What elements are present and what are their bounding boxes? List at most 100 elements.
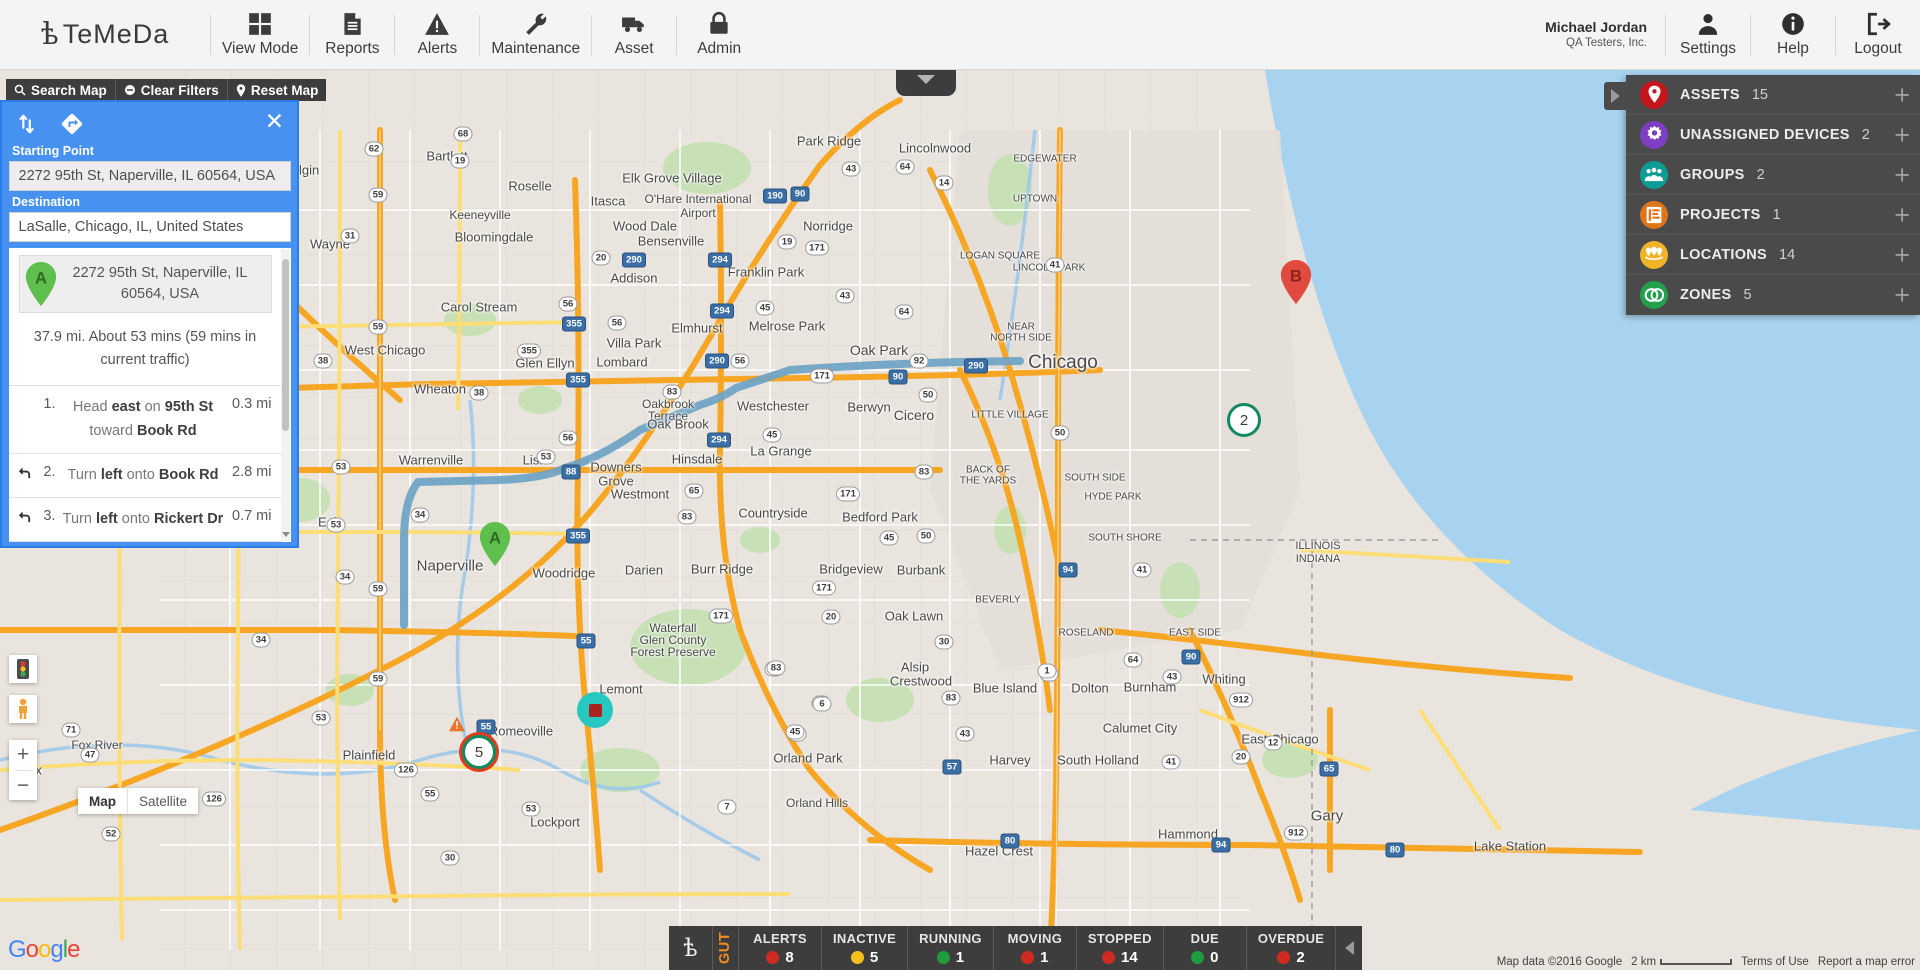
- destination-label: Destination: [12, 195, 81, 209]
- route-shield: 41: [1045, 257, 1065, 273]
- direction-step[interactable]: 3. Turn left onto Rickert Dr 0.7 mi: [8, 498, 282, 542]
- search-map-button[interactable]: Search Map: [6, 79, 116, 101]
- entity-row-zones[interactable]: ZONES 5 +: [1626, 275, 1920, 315]
- scrollbar-thumb[interactable]: [281, 259, 289, 431]
- nav-maintenance[interactable]: Maintenance: [480, 0, 591, 70]
- nav-asset[interactable]: Asset: [592, 0, 676, 70]
- status-cell-moving[interactable]: MOVING 1: [994, 926, 1077, 970]
- map-type-map[interactable]: Map: [78, 788, 128, 814]
- nav-label: Help: [1777, 40, 1809, 57]
- add-entity-button[interactable]: +: [1894, 282, 1910, 309]
- attribution-text: Map data ©2016 Google: [1496, 955, 1623, 968]
- map-label: Romeoville: [488, 723, 554, 739]
- user-info[interactable]: Michael Jordan QA Testers, Inc.: [1527, 19, 1665, 51]
- map-label: Cicero: [893, 407, 935, 423]
- map-label: Berwyn: [847, 399, 891, 415]
- scroll-down-arrow-icon[interactable]: [281, 532, 290, 537]
- route-shield: 31: [340, 228, 360, 244]
- status-cell-overdue[interactable]: OVERDUE 2: [1247, 926, 1337, 970]
- nav-reports[interactable]: Reports: [310, 0, 394, 70]
- reset-map-button[interactable]: Reset Map: [227, 79, 327, 101]
- map-label: LITTLE VILLAGE: [971, 409, 1049, 421]
- route-shield: 1: [1037, 663, 1057, 679]
- direction-step[interactable]: 1. Head east on 95th St toward Book Rd 0.3…: [8, 386, 282, 454]
- map-label: Lincolnwood: [898, 140, 972, 156]
- map-label: Oak Brook: [647, 416, 709, 432]
- close-icon[interactable]: ✕: [265, 110, 284, 133]
- marker-destination-b[interactable]: B: [1279, 260, 1313, 309]
- destination-input[interactable]: [8, 212, 291, 242]
- status-bar-collapse-button[interactable]: [1336, 926, 1362, 970]
- zoom-out-button[interactable]: −: [9, 771, 37, 801]
- map-type-satellite[interactable]: Satellite: [128, 788, 198, 814]
- add-entity-button[interactable]: +: [1894, 241, 1910, 268]
- starting-point-input[interactable]: [8, 161, 291, 191]
- status-cell-running[interactable]: RUNNING 1: [908, 926, 994, 970]
- add-entity-button[interactable]: +: [1894, 201, 1910, 228]
- map-canvas[interactable]: Elk Grove Village Lincolnwood Park Ridge So…: [0, 70, 1920, 970]
- nav-logout[interactable]: Logout: [1836, 0, 1920, 70]
- entity-row-groups[interactable]: GROUPS 2 +: [1626, 155, 1920, 195]
- clear-filters-button[interactable]: Clear Filters: [115, 79, 228, 101]
- map-label: Oak Lawn: [884, 608, 944, 624]
- map-cluster-chicago[interactable]: 2: [1227, 403, 1261, 437]
- entity-row-locations[interactable]: LOCATIONS 14 +: [1626, 235, 1920, 275]
- entities-panel: ASSETS 15 + UNASSIGNED DEVICES 2 + GROUPS 2 + PRO…: [1604, 75, 1920, 315]
- status-cell-inactive[interactable]: INACTIVE 5: [822, 926, 909, 970]
- route-shield: 290: [705, 353, 729, 369]
- directions-icon[interactable]: [60, 112, 84, 141]
- step-text: Turn left onto Book Rd: [67, 466, 219, 483]
- direction-step[interactable]: 2. Turn left onto Book Rd 2.8 mi: [8, 454, 282, 498]
- zoom-in-button[interactable]: +: [9, 740, 37, 770]
- map-label: Bedford Park: [842, 509, 918, 525]
- entity-row-projects[interactable]: PROJECTS 1 +: [1626, 195, 1920, 235]
- brand-name: TeMeDa: [62, 19, 170, 49]
- add-entity-button[interactable]: +: [1894, 161, 1910, 188]
- map-label: Alsip: [900, 659, 930, 675]
- directions-results: A 2272 95th St, Naperville, IL 60564, US…: [8, 248, 291, 542]
- button-label: Clear Filters: [140, 82, 219, 98]
- marker-origin-a[interactable]: A: [478, 522, 512, 571]
- add-entity-button[interactable]: +: [1894, 121, 1910, 148]
- temeda-mark-icon: ѣ: [40, 17, 59, 52]
- map-asset-marker[interactable]: [577, 692, 613, 728]
- gut-tab[interactable]: GUT: [713, 926, 739, 970]
- map-label: Norridge: [803, 218, 853, 234]
- add-entity-button[interactable]: +: [1894, 81, 1910, 108]
- directions-scrollbar[interactable]: [280, 249, 290, 541]
- traffic-light-icon: [17, 659, 29, 679]
- status-cell-stopped[interactable]: STOPPED 14: [1077, 926, 1164, 970]
- street-view-pegman-button[interactable]: [9, 695, 37, 723]
- route-shield: 83: [766, 660, 786, 676]
- route-shield: 83: [662, 384, 682, 400]
- cluster-badge[interactable]: 2: [1227, 403, 1261, 437]
- directions-scroll-area[interactable]: A 2272 95th St, Naperville, IL 60564, US…: [8, 248, 282, 542]
- nav-help[interactable]: Help: [1751, 0, 1835, 70]
- entity-row-unassigned-devices[interactable]: UNASSIGNED DEVICES 2 +: [1626, 115, 1920, 155]
- traffic-toggle-button[interactable]: [9, 655, 37, 683]
- map-cluster-naperville[interactable]: 5: [462, 735, 496, 769]
- cluster-badge[interactable]: 5: [462, 735, 496, 769]
- status-cell-due[interactable]: DUE 0: [1164, 926, 1247, 970]
- map-label: Blue Island: [972, 680, 1038, 696]
- report-error-link[interactable]: Report a map error: [1818, 956, 1915, 968]
- map-collapse-handle[interactable]: [896, 70, 956, 96]
- nav-alerts[interactable]: Alerts: [395, 0, 479, 70]
- expand-right-icon: [1610, 89, 1620, 103]
- route-shield: 64: [895, 159, 915, 175]
- swap-vertical-icon[interactable]: [16, 113, 38, 140]
- map-label: THE YARDS: [959, 475, 1017, 487]
- warning-triangle-icon: [449, 716, 465, 732]
- entities-panel-toggle[interactable]: [1604, 82, 1626, 110]
- step-distance: 0.7 mi: [232, 507, 272, 524]
- brand-logo[interactable]: ѣ TeMeDa: [0, 17, 210, 52]
- nav-label: Logout: [1854, 40, 1902, 57]
- terms-link[interactable]: Terms of Use: [1741, 956, 1809, 968]
- route-shield: 14: [934, 175, 954, 191]
- route-shield: 171: [812, 580, 836, 596]
- nav-view-mode[interactable]: View Mode: [211, 0, 309, 70]
- nav-settings[interactable]: Settings: [1666, 0, 1750, 70]
- entity-row-assets[interactable]: ASSETS 15 +: [1626, 75, 1920, 115]
- nav-admin[interactable]: Admin: [677, 0, 761, 70]
- status-cell-alerts[interactable]: ALERTS 8: [739, 926, 822, 970]
